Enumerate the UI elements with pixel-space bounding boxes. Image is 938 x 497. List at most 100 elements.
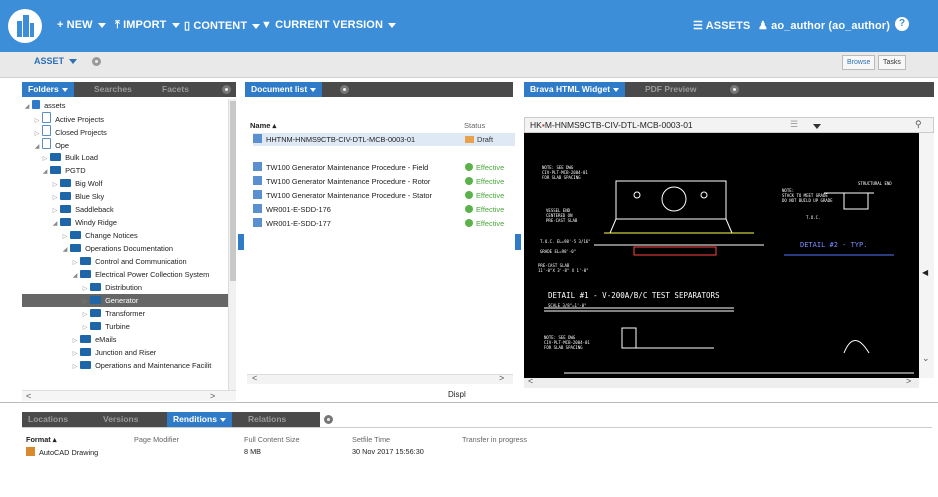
tree-item[interactable]: ▷ Saddleback bbox=[22, 203, 234, 216]
user-icon: ♟ bbox=[758, 20, 768, 32]
tree-item[interactable]: ◢ Windy Ridge bbox=[22, 216, 234, 229]
document-list: Name ▴ Status HHTNM-HNMS9CTB-CIV-DTL-MCB… bbox=[245, 99, 515, 391]
pane-divider[interactable] bbox=[0, 402, 938, 403]
tree-item[interactable]: ▷ Control and Communication bbox=[22, 255, 234, 268]
column-header-transfer-in-progress[interactable]: Transfer in progress bbox=[462, 435, 527, 444]
tab-brava-html-widget[interactable]: Brava HTML Widget bbox=[524, 82, 626, 97]
chevron-right-icon[interactable]: > bbox=[499, 373, 504, 383]
column-header-setfile-time[interactable]: Setfile Time bbox=[352, 435, 390, 444]
viewer-vertical-scrollbar[interactable]: ◀ ⌄ bbox=[919, 133, 934, 378]
tree-item-label: Saddleback bbox=[75, 205, 114, 214]
panel-splitter-handle[interactable] bbox=[238, 234, 244, 250]
folder-icon bbox=[90, 283, 102, 291]
tree-item[interactable]: ◢ Electrical Power Collection System bbox=[22, 268, 234, 281]
tree-item[interactable]: ◢ Operations Documentation bbox=[22, 242, 234, 255]
chevron-left-icon[interactable]: ◀ bbox=[922, 268, 928, 277]
folder-icon bbox=[60, 218, 72, 226]
tab-facets[interactable]: Facets bbox=[156, 82, 195, 97]
tree-item[interactable]: ▷ Turbine bbox=[22, 320, 234, 333]
chevron-left-icon[interactable]: < bbox=[528, 376, 533, 386]
chevron-down-icon[interactable]: ⌄ bbox=[922, 353, 930, 364]
tree-item[interactable]: ▷ Big Wolf bbox=[22, 177, 234, 190]
cad-note-text: NOTE: SEE DWG CIV-PLT-MCB-2004-01 FOR SL… bbox=[542, 165, 588, 180]
project-icon bbox=[42, 125, 52, 136]
cad-drawing-viewer[interactable]: NOTE: SEE DWG CIV-PLT-MCB-2004-01 FOR SL… bbox=[524, 133, 919, 378]
column-header-format[interactable]: Format ▴ bbox=[26, 435, 56, 444]
current-version-menu[interactable]: ▼ CURRENT VERSION bbox=[261, 19, 396, 31]
tree-item[interactable]: ◢ Ope bbox=[22, 138, 234, 151]
list-icon[interactable]: ☰ bbox=[790, 119, 798, 130]
tree-item[interactable]: ▷ Operations and Maintenance Facilit bbox=[22, 359, 234, 374]
column-header-page-modifier[interactable]: Page Modifier bbox=[134, 435, 179, 444]
chevron-right-icon[interactable]: > bbox=[906, 376, 911, 386]
chevron-down-icon bbox=[69, 59, 78, 65]
table-row[interactable]: HHTNM-HNMS9CTB-CIV-DTL-MCB-0003-01 Draft bbox=[253, 133, 515, 146]
tree-item[interactable]: ▷ eMails bbox=[22, 333, 234, 346]
asset-menu[interactable]: ASSET bbox=[34, 56, 78, 66]
gear-icon[interactable] bbox=[222, 85, 231, 94]
tree-item[interactable]: ▷ Active Projects bbox=[22, 112, 234, 125]
rendition-time: 30 Nov 2017 15:56:30 bbox=[352, 447, 424, 456]
browse-button[interactable]: Browse bbox=[842, 55, 876, 70]
project-icon bbox=[42, 112, 52, 123]
tree-item[interactable]: ▷ Bulk Load bbox=[22, 151, 234, 164]
column-header-name[interactable]: Name ▴ bbox=[250, 121, 276, 130]
tree-horizontal-scrollbar[interactable]: < > bbox=[22, 390, 236, 401]
tree-item[interactable]: ▷ Closed Projects bbox=[22, 125, 234, 138]
table-row[interactable]: TW100 Generator Maintenance Procedure - … bbox=[253, 175, 515, 188]
tree-item[interactable]: ▷ Junction and Riser bbox=[22, 346, 234, 359]
status-label: Effective bbox=[476, 219, 505, 228]
table-row[interactable]: WR001-E-SDD-176 Effective bbox=[253, 203, 515, 216]
tree-item[interactable]: ▷ Transformer bbox=[22, 307, 234, 320]
app-logo-icon[interactable] bbox=[8, 9, 42, 43]
tree-item[interactable]: ▷ Change Notices bbox=[22, 229, 234, 242]
table-row[interactable]: TW100 Generator Maintenance Procedure - … bbox=[253, 189, 515, 202]
tab-document-list[interactable]: Document list bbox=[245, 82, 323, 97]
table-row[interactable]: WR001-E-SDD-177 Effective bbox=[253, 217, 515, 230]
gear-icon[interactable] bbox=[340, 85, 349, 94]
tree-vertical-scrollbar[interactable] bbox=[228, 99, 236, 391]
gear-icon[interactable] bbox=[324, 415, 333, 424]
chevron-right-icon[interactable]: > bbox=[210, 391, 215, 401]
tab-versions[interactable]: Versions bbox=[97, 412, 144, 427]
viewer-horizontal-scrollbar[interactable]: < > bbox=[524, 376, 919, 388]
help-icon[interactable]: ? bbox=[895, 17, 909, 31]
column-header-status[interactable]: Status bbox=[464, 121, 485, 130]
column-header-full-content-size[interactable]: Full Content Size bbox=[244, 435, 300, 444]
tree-item[interactable]: ▷ Distribution bbox=[22, 281, 234, 294]
tree-item[interactable]: ◢ PGTD bbox=[22, 164, 234, 177]
panel-splitter-handle[interactable] bbox=[515, 234, 521, 250]
content-menu-label: CONTENT bbox=[193, 20, 248, 32]
new-menu[interactable]: + NEW bbox=[57, 19, 106, 31]
tree-item[interactable]: ◢ assets bbox=[22, 99, 229, 112]
assets-button[interactable]: ☰ ASSETS bbox=[693, 19, 750, 32]
chevron-left-icon[interactable]: < bbox=[252, 373, 257, 383]
tasks-button[interactable]: Tasks bbox=[878, 55, 906, 70]
gear-icon[interactable] bbox=[92, 57, 101, 66]
user-menu[interactable]: ♟ ao_author (ao_author) bbox=[758, 19, 903, 32]
gear-icon[interactable] bbox=[730, 85, 739, 94]
table-row[interactable]: TW100 Generator Maintenance Procedure - … bbox=[253, 161, 515, 174]
tab-searches[interactable]: Searches bbox=[88, 82, 138, 97]
doclist-panel-tabs: Document list bbox=[245, 82, 513, 97]
tree-item[interactable]: ▷ Generator bbox=[22, 294, 234, 307]
collapsed-icon[interactable]: ▷ bbox=[72, 361, 78, 374]
document-icon: ▯ bbox=[184, 20, 191, 32]
chevron-left-icon[interactable]: < bbox=[26, 391, 31, 401]
tree-item[interactable]: ▷ Blue Sky bbox=[22, 190, 234, 203]
assets-icon bbox=[32, 100, 41, 109]
tab-relations[interactable]: Relations bbox=[242, 412, 292, 427]
content-menu[interactable]: ▯ CONTENT bbox=[184, 19, 261, 32]
chevron-down-icon[interactable] bbox=[813, 124, 821, 129]
cad-toc-elevation-label: T.O.C. EL=98'-5 3/16" bbox=[540, 239, 591, 244]
import-menu[interactable]: ⤒ IMPORT bbox=[115, 19, 180, 32]
tab-folders[interactable]: Folders bbox=[22, 82, 74, 97]
search-icon[interactable]: ⚲ bbox=[915, 119, 922, 130]
doclist-horizontal-scrollbar[interactable]: < > bbox=[247, 373, 513, 384]
tab-locations[interactable]: Locations bbox=[22, 412, 74, 427]
tab-renditions[interactable]: Renditions bbox=[167, 412, 232, 427]
table-row[interactable]: AutoCAD Drawing bbox=[26, 447, 98, 457]
tab-pdf-preview[interactable]: PDF Preview bbox=[639, 82, 703, 97]
scrollbar-thumb[interactable] bbox=[230, 101, 236, 281]
document-icon bbox=[253, 176, 262, 185]
